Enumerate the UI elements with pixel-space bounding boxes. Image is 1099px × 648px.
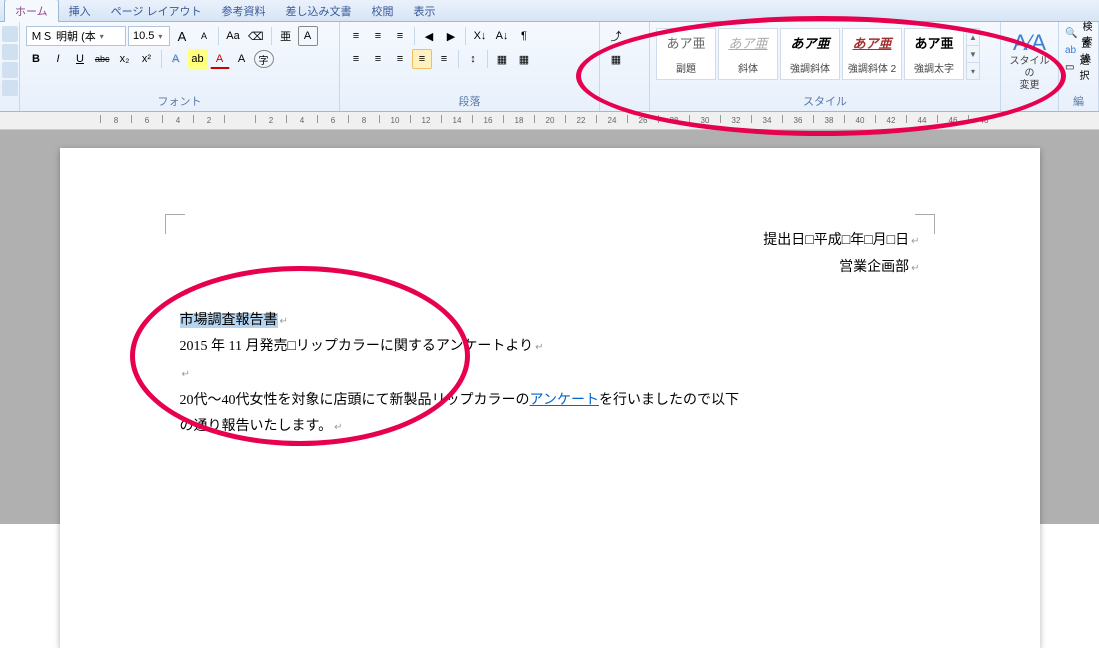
doc-body-line2: の通り報告いたします。 <box>180 414 920 441</box>
misc-a[interactable]: ⤴ <box>606 26 626 46</box>
select-icon: ▭ <box>1065 62 1074 73</box>
doc-empty2 <box>180 361 920 388</box>
doc-title-selected: 市場調査報告書 <box>180 313 278 328</box>
ruler[interactable]: 8642246810121416182022242628303234363840… <box>0 112 1099 130</box>
document-area: 提出日□平成□年□月□日 営業企画部 市場調査報告書 2015 年 11 月発売… <box>0 130 1099 524</box>
group-editing-label: 編 <box>1065 91 1092 111</box>
group-styles: あア亜副題 あア亜斜体 あア亜強調斜体 あア亜強調斜体 2 あア亜強調太字 ▲ … <box>650 22 1001 111</box>
format-painter-icon[interactable] <box>2 80 18 96</box>
line-spacing-button[interactable]: ↕ <box>463 49 483 69</box>
change-case-button[interactable]: Aa <box>223 26 243 46</box>
style-emphasis-italic[interactable]: あア亜強調斜体 <box>780 28 840 80</box>
style-strong[interactable]: あア亜強調太字 <box>904 28 964 80</box>
tab-references[interactable]: 参考資料 <box>212 0 276 22</box>
margin-corner-tl <box>165 214 185 234</box>
distribute-button[interactable]: ≡ <box>434 49 454 69</box>
ribbon: ＭＳ 明朝 (本▾ 10.5▾ A A Aa ⌫ 亜 A B I U abc x… <box>0 22 1099 112</box>
copy-icon[interactable] <box>2 62 18 78</box>
clear-format-button[interactable]: ⌫ <box>245 26 267 46</box>
doc-date-line: 提出日□平成□年□月□日 <box>180 228 920 255</box>
grow-font-button[interactable]: A <box>172 26 192 46</box>
align-justify-button[interactable]: ≡ <box>412 49 432 69</box>
indent-button[interactable]: ▶ <box>441 26 461 46</box>
superscript-button[interactable]: x² <box>137 49 157 69</box>
group-font-label: フォント <box>26 91 333 111</box>
font-color-button[interactable]: A <box>210 49 230 69</box>
style-scroll: ▲ ▼ ▾ <box>966 28 980 80</box>
char-shading-button[interactable]: A <box>232 49 252 69</box>
doc-subtitle-line: 2015 年 11 月発売□リップカラーに関するアンケートより <box>180 334 920 361</box>
change-styles-icon: A⁄A <box>1013 30 1046 56</box>
cut-icon[interactable] <box>2 44 18 60</box>
sort-button[interactable]: X↓ <box>470 26 490 46</box>
style-scroll-down[interactable]: ▼ <box>967 46 979 63</box>
group-paragraph: ≡ ≡ ≡ ◀ ▶ X↓ A↓ ¶ ≡ ≡ ≡ ≡ ≡ ↕ ▦ ▦ 段落 <box>340 22 600 111</box>
subscript-button[interactable]: x₂ <box>115 49 135 69</box>
clipboard-mini <box>0 22 20 111</box>
shading-button[interactable]: ▦ <box>492 49 512 69</box>
misc-b[interactable]: ▦ <box>606 49 626 69</box>
margin-corner-tr <box>915 214 935 234</box>
tab-layout[interactable]: ページ レイアウト <box>101 0 212 22</box>
bold-button[interactable]: B <box>26 49 46 69</box>
select-button[interactable]: 選択 <box>1076 60 1096 74</box>
align-left-button[interactable]: ≡ <box>346 49 366 69</box>
align-right-button[interactable]: ≡ <box>390 49 410 69</box>
tab-home[interactable]: ホーム <box>4 0 59 22</box>
group-styles-label: スタイル <box>656 91 994 111</box>
highlight-button[interactable]: ab <box>188 49 208 69</box>
show-marks-button[interactable]: A↓ <box>492 26 512 46</box>
text-effects-button[interactable]: A <box>166 49 186 69</box>
ribbon-tabs: ホーム 挿入 ページ レイアウト 参考資料 差し込み文書 校閲 表示 <box>0 0 1099 22</box>
group-font: ＭＳ 明朝 (本▾ 10.5▾ A A Aa ⌫ 亜 A B I U abc x… <box>20 22 340 111</box>
paste-icon[interactable] <box>2 26 18 42</box>
style-expand[interactable]: ▾ <box>967 63 979 79</box>
phonetic-button[interactable]: 亜 <box>276 26 296 46</box>
doc-dept-line: 営業企画部 <box>180 255 920 282</box>
tab-review[interactable]: 校閲 <box>362 0 404 22</box>
char-border-button[interactable]: A <box>298 26 318 46</box>
enclose-char-button[interactable]: 字 <box>254 50 274 68</box>
align-center-button[interactable]: ≡ <box>368 49 388 69</box>
font-size-combo[interactable]: 10.5▾ <box>128 26 170 46</box>
multilevel-button[interactable]: ≡ <box>390 26 410 46</box>
group-misc: ⤴ ▦ <box>600 22 650 111</box>
replace-icon: ab <box>1065 45 1076 56</box>
doc-title-line: 市場調査報告書 <box>180 308 920 335</box>
underline-button[interactable]: U <box>70 49 90 69</box>
tab-insert[interactable]: 挿入 <box>59 0 101 22</box>
tab-view[interactable]: 表示 <box>404 0 446 22</box>
numbering-button[interactable]: ≡ <box>368 26 388 46</box>
group-editing: 🔍検索 ab置換 ▭選択 編 <box>1059 22 1099 111</box>
style-scroll-up[interactable]: ▲ <box>967 29 979 46</box>
style-gallery: あア亜副題 あア亜斜体 あア亜強調斜体 あア亜強調斜体 2 あア亜強調太字 ▲ … <box>656 26 994 82</box>
strike-button[interactable]: abc <box>92 49 113 69</box>
doc-survey-link[interactable]: アンケート <box>530 393 599 408</box>
shrink-font-button[interactable]: A <box>194 26 214 46</box>
style-subtitle[interactable]: あア亜副題 <box>656 28 716 80</box>
find-icon: 🔍 <box>1065 28 1077 39</box>
dedent-button[interactable]: ◀ <box>419 26 439 46</box>
doc-empty1 <box>180 281 920 308</box>
style-italic[interactable]: あア亜斜体 <box>718 28 778 80</box>
font-name-combo[interactable]: ＭＳ 明朝 (本▾ <box>26 26 126 46</box>
group-paragraph-label: 段落 <box>346 91 593 111</box>
pilcrow-button[interactable]: ¶ <box>514 26 534 46</box>
tab-mailings[interactable]: 差し込み文書 <box>276 0 362 22</box>
page[interactable]: 提出日□平成□年□月□日 営業企画部 市場調査報告書 2015 年 11 月発売… <box>60 148 1040 648</box>
style-emphasis-italic2[interactable]: あア亜強調斜体 2 <box>842 28 902 80</box>
group-change-styles: A⁄A スタイルの 変更 <box>1001 22 1059 111</box>
bullets-button[interactable]: ≡ <box>346 26 366 46</box>
borders-button[interactable]: ▦ <box>514 49 534 69</box>
doc-body-line1: 20代～40代女性を対象に店頭にて新製品リップカラーのアンケートを行いましたので… <box>180 388 920 415</box>
change-styles-button[interactable]: A⁄A スタイルの 変更 <box>1007 26 1052 96</box>
italic-button[interactable]: I <box>48 49 68 69</box>
